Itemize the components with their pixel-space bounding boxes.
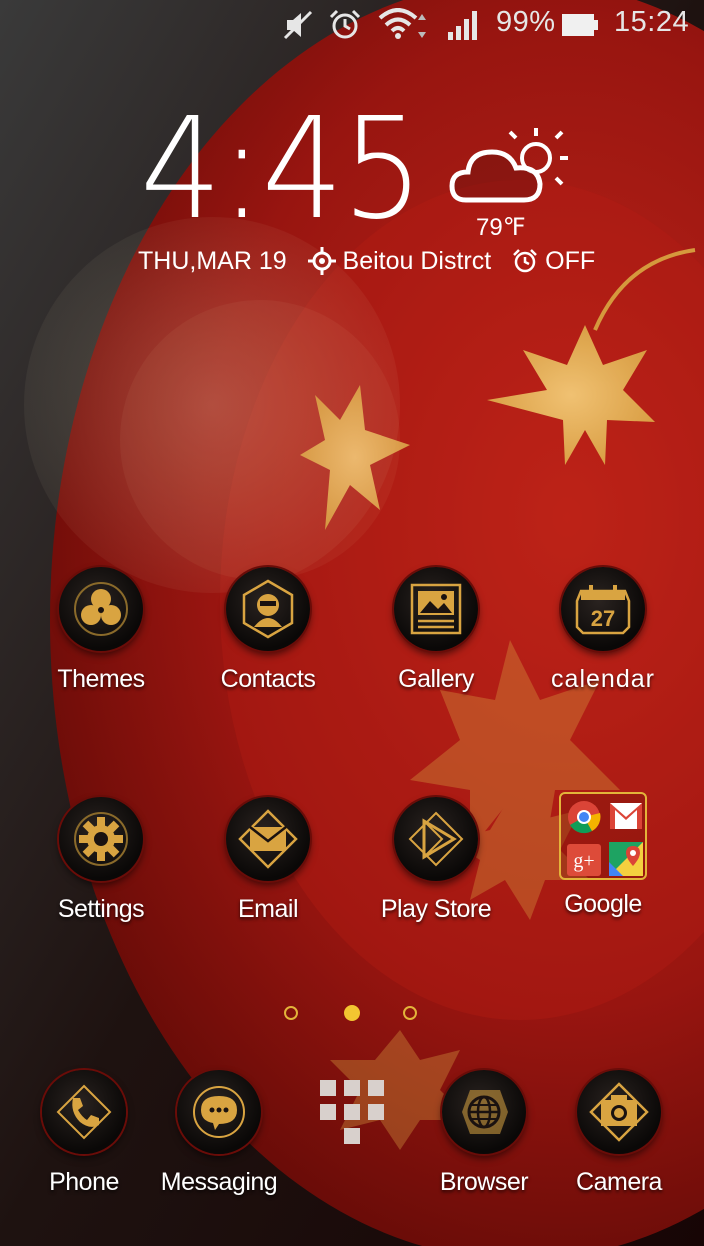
app-label: Google	[564, 890, 642, 918]
page-dot-3[interactable]	[403, 1006, 417, 1020]
maps-icon	[609, 842, 643, 876]
app-folder-google[interactable]: g+ Google	[523, 792, 683, 919]
dock-camera[interactable]: Camera	[539, 1070, 699, 1197]
location-text[interactable]: Beitou Distrct	[343, 247, 492, 275]
page-dot-1[interactable]	[284, 1006, 298, 1020]
page-indicator	[284, 1005, 424, 1024]
app-label: Contacts	[220, 665, 316, 693]
app-label: Settings	[57, 895, 145, 923]
app-label: Camera	[576, 1168, 662, 1196]
signal-icon	[448, 11, 477, 40]
browser-icon	[442, 1070, 526, 1154]
mute-icon	[283, 10, 313, 40]
app-label: calendar	[551, 665, 655, 693]
status-bar: 99% 15:24	[0, 0, 704, 50]
page-dot-2[interactable]	[344, 1005, 360, 1021]
alarm-status[interactable]: OFF	[545, 247, 595, 275]
location-icon	[307, 247, 336, 276]
email-icon	[226, 797, 310, 881]
calendar-badge: 27	[591, 606, 615, 631]
settings-icon	[59, 797, 143, 881]
contacts-icon	[226, 567, 310, 651]
partly-cloudy-icon	[449, 128, 568, 203]
app-themes[interactable]: Themes	[21, 567, 181, 694]
battery-percent: 99%	[496, 6, 556, 38]
clock-time[interactable]: 4:45	[140, 100, 424, 240]
chrome-icon	[568, 801, 601, 834]
app-gallery[interactable]: Gallery	[356, 567, 516, 694]
clock-info-row: THU,MAR 19 Beitou Distrct OFF	[138, 246, 595, 276]
app-label: Themes	[57, 665, 145, 693]
status-time: 15:24	[614, 6, 690, 38]
app-play-store[interactable]: Play Store	[356, 797, 516, 924]
messaging-icon	[177, 1070, 261, 1154]
google-plus-icon: g+	[567, 844, 601, 876]
play-store-icon	[394, 797, 478, 881]
date-text: THU,MAR 19	[138, 246, 287, 275]
app-calendar[interactable]: 27 calendar	[523, 567, 683, 694]
app-drawer-icon	[320, 1080, 384, 1144]
google-folder: g+	[559, 792, 647, 880]
app-settings[interactable]: Settings	[21, 797, 181, 924]
camera-icon	[577, 1070, 661, 1154]
phone-icon	[42, 1070, 126, 1154]
gmail-icon	[610, 803, 642, 829]
app-label: Play Store	[380, 895, 492, 923]
app-label: Messaging	[160, 1168, 278, 1196]
gallery-icon	[394, 567, 478, 651]
wifi-icon	[378, 8, 426, 39]
temperature: 79℉	[476, 214, 526, 241]
google-plus-text: g+	[573, 850, 594, 872]
battery-icon	[562, 14, 598, 36]
calendar-icon: 27	[561, 567, 645, 651]
themes-icon	[59, 567, 143, 651]
app-label: Email	[237, 895, 299, 923]
app-contacts[interactable]: Contacts	[188, 567, 348, 694]
alarm-icon	[513, 249, 538, 273]
alarm-icon	[329, 9, 361, 39]
app-label: Gallery	[398, 665, 474, 693]
app-email[interactable]: Email	[188, 797, 348, 924]
